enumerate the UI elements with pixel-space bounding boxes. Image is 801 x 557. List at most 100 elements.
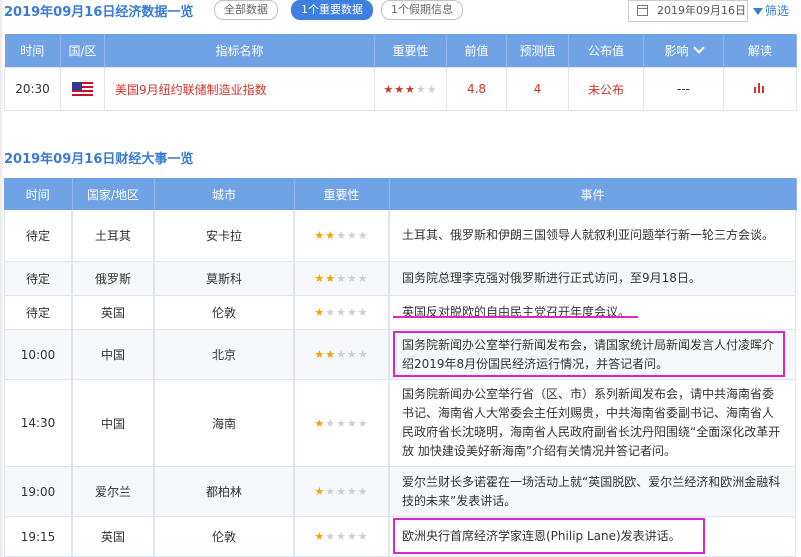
filter-label: 筛选 — [765, 4, 790, 18]
row-time-text: 14:30 — [20, 416, 56, 430]
importance-stars: ★★★★★ — [314, 485, 369, 498]
row-time-text: 待定 — [25, 229, 50, 243]
pill-important-data[interactable]: 1个重要数据 — [291, 0, 373, 20]
date-picker[interactable]: 2019年09月16日 — [628, 0, 748, 22]
col-forecast: 预测值 — [506, 34, 569, 68]
importance-stars: ★★★★★ — [314, 306, 369, 319]
col-actual: 公布值 — [568, 34, 644, 68]
row-country-text: 土耳其 — [94, 229, 131, 243]
calendar-icon — [637, 5, 648, 16]
row-event-text: 国务院新闻办公室举行省（区、市）系列新闻发布会，请中共海南省委书记、海南省人大常… — [402, 387, 781, 458]
col-city: 城市 — [154, 178, 295, 211]
row-time: 待定 — [4, 210, 72, 262]
us-flag-icon — [72, 82, 93, 97]
filter-icon — [753, 8, 763, 15]
row-city: 安卡拉 — [154, 210, 294, 262]
top-bar: 2019年09月16日经济数据一览 全部数据 1个重要数据 1个假期信息 201… — [0, 0, 801, 22]
table-row[interactable]: 19:00 爱尔兰 都柏林 ★★★★★ 爱尔兰财长多诺霍在一场活动上就“英国脱欧、爱尔兰… — [0, 467, 801, 517]
importance-stars: ★★★★★ — [314, 416, 369, 430]
row-importance: ★★★★★ — [294, 262, 389, 296]
row-city-text: 莫斯科 — [205, 272, 242, 286]
row-importance: ★★★★★ — [294, 517, 389, 557]
row-city: 海南 — [154, 380, 294, 467]
impact-label: 影响 — [664, 44, 689, 58]
row-country-text: 俄罗斯 — [94, 272, 131, 286]
importance-stars: ★★★★★ — [383, 83, 438, 96]
row-city-text: 安卡拉 — [205, 229, 242, 243]
row-event: 国务院总理李克强对俄罗斯进行正式访问，至9月18日。 — [389, 262, 796, 296]
row-analysis[interactable] — [723, 67, 797, 111]
row-country: 中国 — [72, 330, 154, 380]
row-city: 北京 — [154, 330, 294, 380]
col-importance: 重要性 — [374, 34, 447, 68]
row-indicator[interactable]: 美国9月纽约联储制造业指数 — [104, 67, 375, 111]
row-country-text: 中国 — [100, 348, 125, 362]
row-event: 国务院新闻办公室举行省（区、市）系列新闻发布会，请中共海南省委书记、海南省人大常… — [389, 380, 796, 467]
row-importance: ★★★★★ — [294, 380, 389, 467]
row-time: 14:30 — [4, 380, 72, 467]
date-value: 2019年09月16日 — [657, 4, 746, 17]
events-header-row: 时间 国家/地区 城市 重要性 事件 — [4, 178, 797, 211]
row-country-text: 英国 — [100, 530, 125, 544]
row-time-text: 待定 — [25, 306, 50, 320]
row-time-text: 19:15 — [20, 529, 56, 544]
pill-all-data[interactable]: 全部数据 — [214, 0, 278, 20]
col-time: 时间 — [4, 34, 61, 68]
row-impact: --- — [643, 67, 724, 111]
col-importance: 重要性 — [294, 178, 390, 211]
economic-data-table: 时间 国/区 指标名称 重要性 前值 预测值 公布值 影响 解读 20:30 美… — [4, 34, 797, 111]
pill-holiday-info[interactable]: 1个假期信息 — [381, 0, 463, 20]
table-row[interactable]: 待定 英国 伦敦 ★★★★★ 英国反对脱欧的自由民主党召开年度会议。 — [0, 296, 801, 330]
row-country-text: 英国 — [100, 306, 125, 320]
row-city-text: 海南 — [211, 416, 236, 431]
row-country-text: 中国 — [100, 416, 125, 431]
col-region: 国/区 — [60, 34, 105, 68]
importance-stars: ★★★★★ — [314, 530, 369, 543]
row-city-text: 都柏林 — [205, 485, 242, 499]
row-time: 19:00 — [4, 467, 72, 517]
row-event-text: 爱尔兰财长多诺霍在一场活动上就“英国脱欧、爱尔兰经济和欧洲金融科技的未来”发表讲… — [402, 474, 781, 508]
row-previous: 4.8 — [446, 67, 507, 111]
row-importance: ★★★★★ — [294, 330, 389, 380]
row-flag — [60, 67, 105, 111]
col-impact[interactable]: 影响 — [643, 34, 724, 68]
row-event-text: 土耳其、俄罗斯和伊朗三国领导人就叙利亚问题举行新一轮三方会谈。 — [402, 228, 775, 242]
row-time: 待定 — [4, 296, 72, 330]
table-row[interactable]: 20:30 美国9月纽约联储制造业指数 ★★★★★ 4.8 4 未公布 --- — [4, 67, 797, 111]
row-country: 英国 — [72, 517, 154, 557]
bar-chart-icon[interactable] — [754, 83, 766, 93]
row-importance: ★★★★★ — [294, 210, 389, 262]
econ-header-row: 时间 国/区 指标名称 重要性 前值 预测值 公布值 影响 解读 — [4, 34, 797, 68]
row-city: 伦敦 — [154, 296, 294, 330]
filter-button[interactable]: 筛选 — [753, 2, 789, 19]
chevron-down-icon — [692, 42, 705, 54]
row-importance: ★★★★★ — [374, 67, 447, 111]
col-country: 国家/地区 — [72, 178, 155, 211]
row-country-text: 爱尔兰 — [94, 485, 131, 499]
row-country: 爱尔兰 — [72, 467, 154, 517]
col-event: 事件 — [389, 178, 797, 211]
highlight-box-event-4 — [393, 331, 785, 377]
col-time: 时间 — [4, 178, 73, 211]
row-country: 英国 — [72, 296, 154, 330]
row-time: 19:15 — [4, 517, 72, 557]
row-country: 俄罗斯 — [72, 262, 154, 296]
table-row[interactable]: 14:30 中国 海南 ★★★★★ 国务院新闻办公室举行省（区、市）系列新闻发布会，请中… — [0, 380, 801, 467]
table-row[interactable]: 待定 俄罗斯 莫斯科 ★★★★★ 国务院总理李克强对俄罗斯进行正式访问，至9月18日。 — [0, 262, 801, 296]
row-event: 爱尔兰财长多诺霍在一场活动上就“英国脱欧、爱尔兰经济和欧洲金融科技的未来”发表讲… — [389, 467, 796, 517]
row-city-text: 北京 — [211, 348, 236, 362]
row-city-text: 伦敦 — [211, 530, 236, 544]
importance-stars: ★★★★★ — [314, 229, 369, 242]
page-title: 2019年09月16日经济数据一览 — [4, 5, 194, 20]
indicator-link[interactable]: 美国9月纽约联储制造业指数 — [115, 83, 267, 97]
row-time: 10:00 — [4, 330, 72, 380]
row-time: 20:30 — [4, 67, 61, 111]
row-event-text: 国务院总理李克强对俄罗斯进行正式访问，至9月18日。 — [402, 271, 701, 285]
events-table: 时间 国家/地区 城市 重要性 事件 — [4, 178, 797, 211]
row-city: 伦敦 — [154, 517, 294, 557]
row-importance: ★★★★★ — [294, 467, 389, 517]
col-previous: 前值 — [446, 34, 507, 68]
highlight-underline — [393, 316, 638, 318]
col-analysis: 解读 — [723, 34, 797, 68]
table-row[interactable]: 待定 土耳其 安卡拉 ★★★★★ 土耳其、俄罗斯和伊朗三国领导人就叙利亚问题举行新一轮三… — [0, 210, 801, 262]
